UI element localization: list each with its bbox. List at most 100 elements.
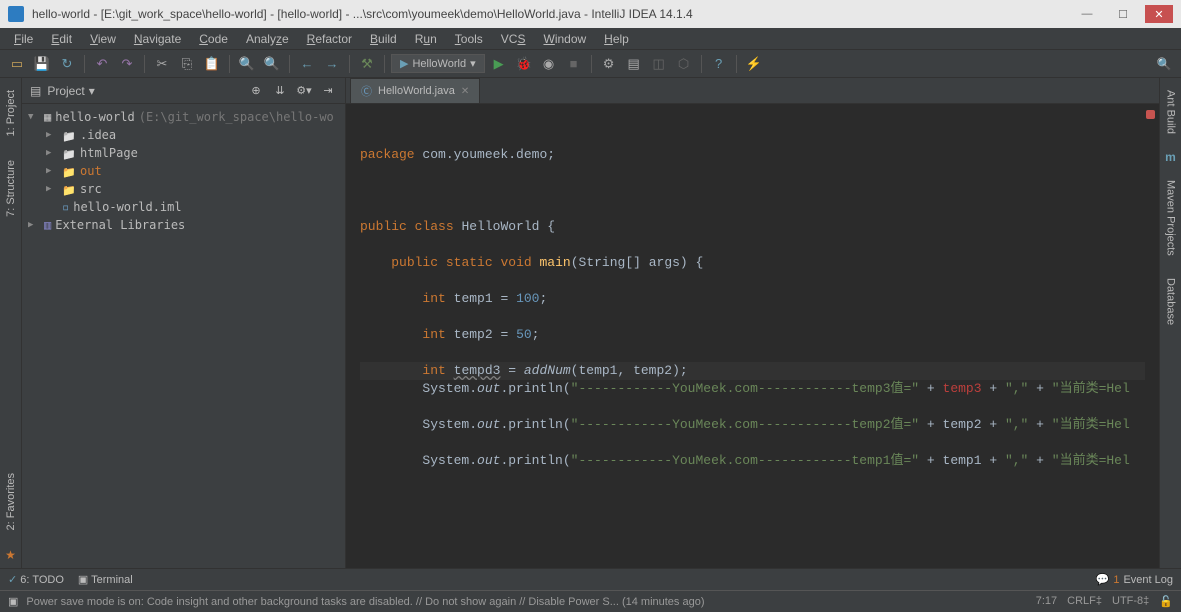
menu-file[interactable]: File (6, 30, 41, 48)
refresh-icon[interactable]: ↻ (56, 53, 78, 75)
app-icon (8, 6, 24, 22)
status-bar: ▣ Power save mode is on: Code insight an… (0, 590, 1181, 612)
tree-item[interactable]: ▶ .idea (24, 126, 343, 144)
code-editor[interactable]: package com.youmeek.demo; public class H… (346, 104, 1159, 568)
cursor-position[interactable]: 7:17 (1036, 595, 1057, 608)
window-titlebar: hello-world - [E:\git_work_space\hello-w… (0, 0, 1181, 28)
chevron-down-icon[interactable]: ▾ (89, 84, 95, 98)
menu-analyze[interactable]: Analyze (238, 30, 297, 48)
line-separator[interactable]: CRLF‡ (1067, 595, 1102, 608)
star-icon[interactable]: ★ (5, 548, 16, 562)
close-tab-icon[interactable]: ✕ (461, 86, 469, 97)
tab-structure[interactable]: 7: Structure (3, 154, 19, 223)
forward-icon[interactable]: → (321, 53, 343, 75)
java-icon: Ⓒ (361, 83, 372, 99)
debug-icon[interactable]: 🐞 (513, 53, 535, 75)
maven-icon[interactable]: m (1165, 150, 1176, 164)
run-config-dropdown[interactable]: ▶ HelloWorld ▾ (391, 54, 485, 73)
search-everywhere-icon[interactable]: 🔍 (1153, 57, 1175, 71)
bottom-tool-strip: ✓ 6: TODO ▣ Terminal 💬 1 Event Log (0, 568, 1181, 590)
expand-icon[interactable]: ▶ (46, 184, 58, 194)
find-icon[interactable]: 🔍 (236, 53, 258, 75)
settings-icon[interactable]: ⚙ (598, 53, 620, 75)
menu-help[interactable]: Help (596, 30, 637, 48)
scroll-target-icon[interactable]: ⊕ (247, 82, 265, 100)
file-encoding[interactable]: UTF-8‡ (1112, 595, 1149, 608)
undo-icon[interactable]: ↶ (91, 53, 113, 75)
redo-icon[interactable]: ↷ (116, 53, 138, 75)
expand-icon[interactable]: ▶ (28, 220, 40, 230)
project-panel-header: ▤ Project ▾ ⊕ ⇊ ⚙▾ ⇥ (22, 78, 345, 104)
android-icon[interactable]: ⬡ (673, 53, 695, 75)
main-menubar: File Edit View Navigate Code Analyze Ref… (0, 28, 1181, 50)
project-tool-window: ▤ Project ▾ ⊕ ⇊ ⚙▾ ⇥ ▼ ▦ hello-world (E:… (22, 78, 346, 568)
expand-icon[interactable]: ▶ (46, 130, 58, 140)
menu-edit[interactable]: Edit (43, 30, 80, 48)
expand-icon[interactable]: ▼ (28, 112, 40, 122)
save-icon[interactable]: 💾 (31, 53, 53, 75)
tab-database[interactable]: Database (1163, 272, 1179, 331)
folder-icon (62, 183, 76, 195)
chevron-down-icon: ▾ (470, 57, 476, 70)
copy-icon[interactable]: ⎘ (176, 53, 198, 75)
menu-build[interactable]: Build (362, 30, 405, 48)
menu-refactor[interactable]: Refactor (299, 30, 360, 48)
menu-vcs[interactable]: VCS (493, 30, 534, 48)
module-icon: ▦ (44, 110, 51, 124)
collapse-icon[interactable]: ⇊ (271, 82, 289, 100)
menu-code[interactable]: Code (191, 30, 236, 48)
menu-view[interactable]: View (82, 30, 124, 48)
tree-item[interactable]: ▶ out (24, 162, 343, 180)
tree-item[interactable]: ▶ htmlPage (24, 144, 343, 162)
menu-run[interactable]: Run (407, 30, 445, 48)
tree-external-libs[interactable]: ▶ External Libraries (24, 216, 343, 234)
toggle-tool-windows-icon[interactable]: ▣ (8, 595, 18, 608)
coverage-icon[interactable]: ◉ (538, 53, 560, 75)
maximize-button[interactable]: ☐ (1109, 5, 1137, 23)
folder-icon (62, 129, 76, 141)
tree-item[interactable]: ▶ src (24, 180, 343, 198)
tab-project[interactable]: 1: Project (3, 84, 19, 142)
tab-favorites[interactable]: 2: Favorites (3, 467, 19, 536)
stop-icon[interactable]: ■ (563, 53, 585, 75)
left-tool-strip: 1: Project 7: Structure 2: Favorites ★ (0, 78, 22, 568)
tree-item[interactable]: hello-world.iml (24, 198, 343, 216)
paste-icon[interactable]: 📋 (201, 53, 223, 75)
editor-tab-helloworld[interactable]: Ⓒ HelloWorld.java ✕ (350, 78, 480, 103)
open-icon[interactable]: ▭ (6, 53, 28, 75)
bottom-tab-event-log[interactable]: Event Log (1123, 574, 1173, 586)
minimize-button[interactable]: — (1073, 5, 1101, 23)
sdk-icon[interactable]: ◫ (648, 53, 670, 75)
project-panel-title: Project (47, 84, 84, 98)
cut-icon[interactable]: ✂ (151, 53, 173, 75)
hide-icon[interactable]: ⇥ (319, 82, 337, 100)
bottom-tab-terminal[interactable]: ▣ Terminal (78, 573, 133, 586)
help-icon[interactable]: ? (708, 53, 730, 75)
close-button[interactable]: ✕ (1145, 5, 1173, 23)
back-icon[interactable]: ← (296, 53, 318, 75)
tree-root[interactable]: ▼ ▦ hello-world (E:\git_work_space\hello… (24, 108, 343, 126)
gear-icon[interactable]: ⚙▾ (295, 82, 313, 100)
event-icon: 💬 (1096, 573, 1110, 586)
menu-tools[interactable]: Tools (447, 30, 491, 48)
status-message[interactable]: Power save mode is on: Code insight and … (26, 596, 1027, 608)
tab-ant-build[interactable]: Ant Build (1163, 84, 1179, 140)
run-config-name: HelloWorld (412, 58, 466, 70)
menu-window[interactable]: Window (535, 30, 594, 48)
menu-navigate[interactable]: Navigate (126, 30, 189, 48)
replace-icon[interactable]: 🔍 (261, 53, 283, 75)
library-icon (44, 218, 51, 232)
lock-icon[interactable]: 🔓 (1159, 595, 1173, 608)
bottom-tab-todo[interactable]: ✓ 6: TODO (8, 573, 64, 586)
structure-icon[interactable]: ▤ (623, 53, 645, 75)
build-icon[interactable]: ⚒ (356, 53, 378, 75)
error-stripe-icon[interactable] (1146, 110, 1155, 119)
power-save-icon[interactable]: ⚡ (743, 53, 765, 75)
project-icon: ▤ (30, 84, 41, 98)
run-icon[interactable]: ▶ (488, 53, 510, 75)
window-title: hello-world - [E:\git_work_space\hello-w… (32, 7, 1073, 21)
expand-icon[interactable]: ▶ (46, 166, 58, 176)
root-path: (E:\git_work_space\hello-wo (139, 110, 334, 124)
tab-maven[interactable]: Maven Projects (1163, 174, 1179, 262)
expand-icon[interactable]: ▶ (46, 148, 58, 158)
